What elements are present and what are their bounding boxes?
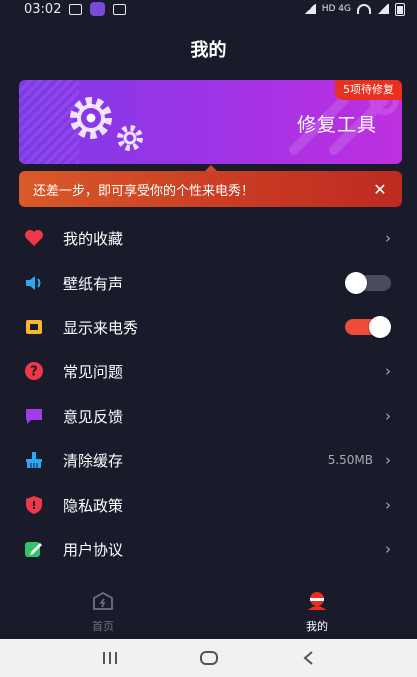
- notice-text: 还差一步，即可享受你的个性来电秀！: [33, 183, 255, 199]
- repair-tool-banner[interactable]: 5项待修复 修复工具: [19, 80, 402, 164]
- chevron-right-icon: ›: [385, 451, 391, 469]
- banner-title: 修复工具: [297, 114, 378, 136]
- menu-item-user-agreement[interactable]: 用户协议 ›: [0, 527, 417, 571]
- back-button[interactable]: [293, 646, 323, 670]
- signal-icon: [377, 4, 389, 14]
- bottom-tab-bar: 首页 我的: [0, 585, 417, 639]
- broom-icon: [24, 450, 44, 470]
- status-left: 03:02: [24, 1, 127, 17]
- chevron-right-icon: ›: [385, 540, 391, 558]
- menu-label: 清除缓存: [63, 451, 124, 470]
- app-notification-icon: [90, 2, 106, 16]
- menu-label: 壁纸有声: [63, 274, 124, 293]
- question-icon: ?: [24, 361, 44, 381]
- menu-label: 常见问题: [63, 362, 124, 381]
- tab-mine-label: 我的: [306, 620, 328, 633]
- back-icon: [302, 651, 313, 665]
- svg-text:?: ?: [30, 365, 38, 380]
- check-icon: [113, 3, 127, 15]
- gallery-icon: [69, 3, 83, 15]
- status-time: 03:02: [24, 1, 62, 17]
- tab-mine[interactable]: 我的: [267, 591, 367, 634]
- pending-repair-badge: 5项待修复: [335, 80, 402, 100]
- menu-item-faq[interactable]: ? 常见问题 ›: [0, 349, 417, 393]
- home-icon: [93, 591, 113, 610]
- close-icon[interactable]: ✕: [370, 180, 390, 199]
- menu-item-call-show: 显示来电秀: [0, 305, 417, 349]
- toggle-knob: [369, 316, 391, 338]
- menu-label: 显示来电秀: [63, 318, 139, 337]
- battery-icon: [395, 2, 405, 16]
- menu-item-feedback[interactable]: 意见反馈 ›: [0, 394, 417, 438]
- home-circle-icon: [199, 651, 218, 665]
- wallpaper-sound-toggle[interactable]: [345, 272, 391, 294]
- cache-size: 5.50MB: [327, 453, 373, 467]
- recents-icon: [102, 652, 117, 664]
- user-avatar-icon: [308, 592, 326, 610]
- shield-icon: [24, 495, 44, 515]
- menu-item-wallpaper-sound: 壁纸有声: [0, 261, 417, 305]
- menu-item-favorites[interactable]: 我的收藏 ›: [0, 216, 417, 260]
- menu-label: 意见反馈: [63, 407, 124, 426]
- menu-label: 我的收藏: [63, 229, 124, 248]
- page-title: 我的: [190, 40, 227, 61]
- speaker-icon: [24, 273, 44, 293]
- chevron-right-icon: ›: [385, 362, 391, 380]
- menu-item-privacy-policy[interactable]: 隐私政策 ›: [0, 483, 417, 527]
- chevron-right-icon: ›: [385, 229, 391, 247]
- call-show-notice[interactable]: 还差一步，即可享受你的个性来电秀！ ✕: [19, 165, 402, 207]
- chat-bubble-icon: [24, 406, 44, 426]
- tab-home-label: 首页: [92, 620, 114, 633]
- film-icon: [24, 317, 44, 337]
- toggle-knob: [345, 272, 367, 294]
- chevron-right-icon: ›: [385, 496, 391, 514]
- tab-home[interactable]: 首页: [53, 591, 153, 634]
- wifi-icon: [357, 4, 371, 14]
- network-label: HD 4G: [321, 4, 351, 14]
- status-bar: 03:02 HD 4G: [0, 0, 417, 18]
- chevron-right-icon: ›: [385, 407, 391, 425]
- menu-item-clear-cache[interactable]: 清除缓存 5.50MB ›: [0, 438, 417, 482]
- home-nav-button[interactable]: [194, 646, 224, 670]
- recents-button[interactable]: [95, 646, 125, 670]
- menu-label: 用户协议: [63, 540, 124, 559]
- heart-icon: [24, 228, 44, 248]
- gears-icon: [70, 97, 143, 151]
- mute-icon: [303, 4, 316, 14]
- call-show-toggle[interactable]: [345, 316, 391, 338]
- menu-label: 隐私政策: [63, 496, 124, 515]
- status-right: HD 4G: [303, 2, 405, 16]
- edit-icon: [24, 539, 44, 559]
- system-nav-bar: [0, 639, 417, 677]
